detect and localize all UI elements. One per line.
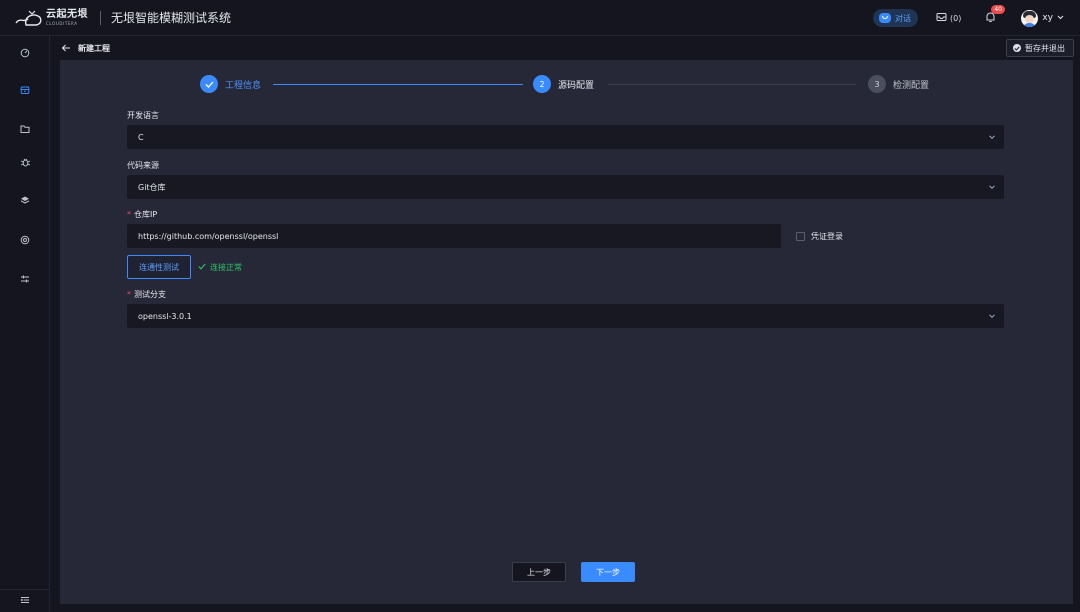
- chevron-down-icon: [988, 183, 996, 191]
- source-value: Git仓库: [138, 182, 166, 192]
- check-icon: [200, 75, 218, 93]
- credential-label: 凭证登录: [811, 232, 843, 241]
- cloud-logo-icon: [14, 8, 44, 28]
- sidebar-divider: [0, 589, 50, 590]
- brand-divider: [100, 10, 101, 25]
- check-icon: [198, 263, 206, 272]
- step-connector: [608, 84, 856, 85]
- menu-collapse-icon[interactable]: [18, 593, 32, 607]
- required-mark: *: [127, 290, 131, 299]
- save-and-exit-label: 暂存并退出: [1025, 43, 1065, 53]
- app-title: 无垠智能模糊测试系统: [111, 11, 232, 25]
- connection-status-text: 连接正常: [210, 263, 242, 272]
- step-source-config[interactable]: 2 源码配置: [533, 75, 594, 93]
- check-circle-icon: [1013, 44, 1021, 52]
- main-panel: 工程信息 2 源码配置 3 检测配置 开发语言 C 代码来源 Git仓库 * 仓库…: [60, 60, 1073, 604]
- inbox-button[interactable]: (0): [936, 12, 961, 24]
- repo-label-text: 仓库IP: [134, 210, 158, 219]
- language-label: 开发语言: [127, 111, 159, 120]
- dashboard-icon[interactable]: [18, 46, 32, 60]
- branch-label: * 测试分支: [127, 289, 166, 300]
- step-number: 2: [533, 75, 551, 93]
- top-right-controls: 对话 (0) 40 xy: [873, 0, 1080, 36]
- step-detection-config[interactable]: 3 检测配置: [868, 75, 929, 93]
- logo-chinese: 云起无垠: [46, 8, 88, 20]
- inbox-icon: [936, 12, 947, 24]
- source-label: 代码来源: [127, 161, 159, 170]
- sidebar: [0, 36, 50, 612]
- language-select[interactable]: C: [127, 125, 1004, 149]
- branch-label-text: 测试分支: [134, 290, 166, 299]
- step-project-info[interactable]: 工程信息: [200, 75, 261, 93]
- target-icon[interactable]: [18, 233, 32, 247]
- avatar: [1021, 9, 1039, 27]
- page-header: 新建工程 暂存并退出: [50, 36, 1080, 60]
- chevron-down-icon: [988, 312, 996, 320]
- top-bar: 云起无垠 CLOUDITERA 无垠智能模糊测试系统 对话 (0) 40 xy: [0, 0, 1080, 36]
- chevron-down-icon: [988, 133, 996, 141]
- logo-text: 云起无垠 CLOUDITERA: [46, 8, 88, 26]
- prev-step-button[interactable]: 上一步: [512, 562, 566, 582]
- required-mark: *: [127, 210, 131, 219]
- chat-button[interactable]: 对话: [873, 9, 918, 27]
- brand[interactable]: 云起无垠 CLOUDITERA: [0, 0, 88, 36]
- repo-label: * 仓库IP: [127, 209, 157, 220]
- notification-badge: 40: [991, 5, 1005, 14]
- step-number: 3: [868, 75, 886, 93]
- save-and-exit-button[interactable]: 暂存并退出: [1006, 39, 1074, 57]
- step-label: 工程信息: [225, 80, 262, 91]
- step-label: 检测配置: [893, 80, 930, 91]
- folder-icon[interactable]: [18, 122, 32, 136]
- bug-icon[interactable]: [18, 155, 32, 169]
- step-connector: [273, 84, 523, 85]
- credential-login-option[interactable]: 凭证登录: [796, 231, 843, 242]
- back-arrow-icon[interactable]: [60, 42, 72, 54]
- chat-icon: [879, 13, 891, 23]
- user-menu[interactable]: xy: [1021, 9, 1064, 27]
- chat-label: 对话: [895, 13, 911, 23]
- connection-status: 连接正常: [198, 262, 242, 273]
- notification-button[interactable]: 40: [983, 5, 1005, 25]
- branch-select[interactable]: openssl-3.0.1: [127, 304, 1004, 328]
- tune-icon[interactable]: [18, 272, 32, 286]
- inbox-count: (0): [950, 13, 962, 23]
- branch-value: openssl-3.0.1: [138, 311, 192, 321]
- chevron-down-icon: [1057, 13, 1064, 23]
- language-value: C: [138, 132, 144, 142]
- credential-checkbox[interactable]: [796, 232, 805, 241]
- next-step-button[interactable]: 下一步: [581, 562, 635, 582]
- step-label: 源码配置: [558, 80, 595, 91]
- test-connection-button[interactable]: 连通性测试: [127, 255, 191, 279]
- page-title: 新建工程: [78, 43, 110, 53]
- package-icon[interactable]: [18, 83, 32, 97]
- layers-icon[interactable]: [18, 193, 32, 207]
- source-select[interactable]: Git仓库: [127, 175, 1004, 199]
- logo-english: CLOUDITERA: [46, 20, 78, 26]
- username: xy: [1042, 13, 1053, 23]
- repo-url-input[interactable]: [127, 224, 781, 248]
